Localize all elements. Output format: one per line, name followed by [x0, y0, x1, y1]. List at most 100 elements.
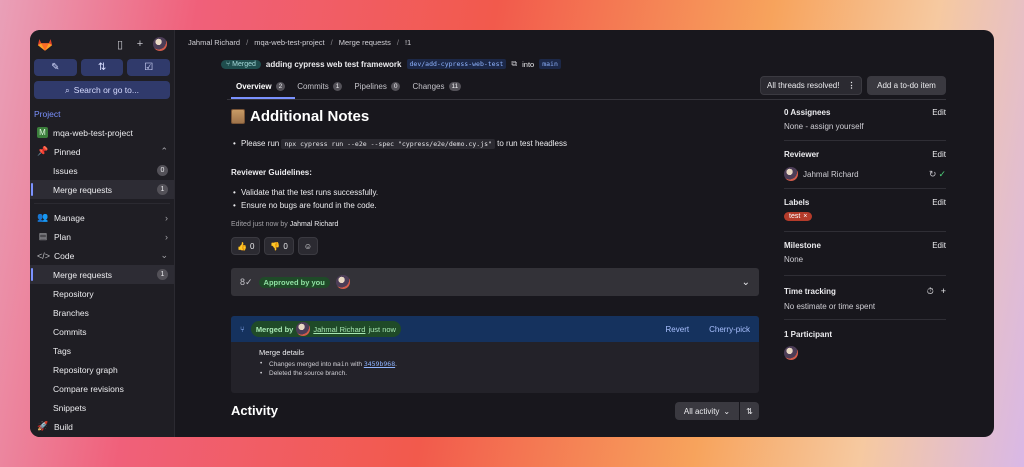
sidebar-top: ▯ +: [30, 30, 174, 58]
edit-labels-button[interactable]: Edit: [932, 198, 946, 207]
search-label: Search or go to...: [73, 85, 139, 95]
scroll-icon: [231, 109, 245, 124]
tab-pipelines[interactable]: Pipelines 0: [354, 79, 401, 93]
thumbs-down-icon: 👎: [270, 241, 281, 251]
tab-overview[interactable]: Overview 2: [236, 79, 286, 93]
into-label: into: [522, 59, 535, 69]
todo-icon: ☑: [144, 62, 154, 73]
sidebar-item-merge-requests[interactable]: Merge requests 1: [30, 265, 174, 284]
run-command: npx cypress run --e2e --spec "cypress/e2…: [281, 139, 495, 149]
merged-by-user[interactable]: Jahmal Richard: [313, 325, 365, 334]
mr-tabs: Overview 2 Commits 1 Pipelines 0 Changes 11: [236, 79, 462, 93]
thumbs-down-button[interactable]: 👎 0: [264, 237, 294, 255]
assignees-value[interactable]: None - assign yourself: [784, 122, 946, 131]
pin-icon: 📌: [37, 146, 49, 156]
count-badge: 1: [157, 269, 168, 280]
count-badge: 0: [157, 165, 168, 176]
labels-section: Labels Edit test ×: [784, 198, 946, 221]
add-reaction-button[interactable]: ☺: [297, 237, 319, 255]
thumbs-up-button[interactable]: 👍 0: [231, 237, 261, 255]
search-button[interactable]: ⌕ Search or go to...: [34, 81, 170, 99]
breadcrumb-item[interactable]: mqa-web-test-project: [254, 38, 324, 47]
sidebar-item-branches[interactable]: Branches: [30, 303, 174, 322]
merge-widget: ⑂ Merged by Jahmal Richard just now Reve…: [231, 316, 759, 393]
approved-check-icon: ✓: [938, 168, 946, 179]
remove-label-icon[interactable]: ×: [803, 213, 807, 220]
sidebar-item-pinned-merge-requests[interactable]: Merge requests 1: [30, 180, 174, 199]
target-branch[interactable]: main: [539, 59, 561, 69]
source-branch[interactable]: dev/add-cypress-web-test: [406, 59, 507, 69]
description-heading: Additional Notes: [231, 108, 369, 125]
count-badge: 1: [157, 184, 168, 195]
sidebar-item-snippets[interactable]: Snippets: [30, 398, 174, 417]
time-tracking-section: Time tracking ⏱ + No estimate or time spen…: [784, 286, 946, 311]
stopwatch-icon[interactable]: ⏱: [927, 286, 934, 297]
sidebar-item-plan[interactable]: ▤ Plan ›: [30, 227, 174, 246]
add-todo-button[interactable]: Add a to-do item: [867, 76, 946, 95]
revert-button[interactable]: Revert: [666, 325, 690, 334]
approval-bar[interactable]: 8✓ Approved by you ⌄: [231, 268, 759, 296]
plus-icon[interactable]: +: [132, 36, 148, 52]
sidebar-item-compare-revisions[interactable]: Compare revisions: [30, 379, 174, 398]
more-actions-icon[interactable]: ⋮: [847, 81, 855, 90]
commit-sha-link[interactable]: 3459b968: [364, 360, 395, 368]
sidebar-item-project[interactable]: M mqa-web-test-project: [30, 123, 174, 142]
sidebar-item-manage[interactable]: 👥 Manage ›: [30, 208, 174, 227]
participants-section: 1 Participant: [784, 330, 946, 360]
breadcrumb-item[interactable]: Merge requests: [339, 38, 391, 47]
todos-shortcut-button[interactable]: ☑: [127, 59, 171, 76]
gitlab-logo-icon[interactable]: [36, 35, 54, 53]
sidebar-item-tags[interactable]: Tags: [30, 341, 174, 360]
reviewer-name[interactable]: Jahmal Richard: [803, 170, 859, 179]
sidebar-item-build[interactable]: 🚀 Build: [30, 417, 174, 436]
activity-heading: Activity: [231, 403, 278, 418]
edit-assignees-button[interactable]: Edit: [932, 108, 946, 117]
sidebar-item-code[interactable]: </> Code ⌄: [30, 246, 174, 265]
reviewer-section: Reviewer Edit Jahmal Richard ↻ ✓: [784, 150, 946, 181]
edit-milestone-button[interactable]: Edit: [932, 241, 946, 250]
page-title: adding cypress web test framework: [265, 59, 402, 69]
sidebar-item-commits[interactable]: Commits: [30, 322, 174, 341]
breadcrumb: Jahmal Richard / mqa-web-test-project / Me…: [188, 38, 412, 47]
code-icon: </>: [37, 250, 51, 261]
issues-shortcut-button[interactable]: ✎: [34, 59, 77, 76]
copy-icon[interactable]: ⧉: [511, 59, 517, 69]
activity-filter-dropdown[interactable]: All activity ⌄: [675, 402, 739, 420]
issues-icon: ✎: [51, 62, 60, 73]
sidebar-item-pinned[interactable]: 📌 Pinned ⌃: [30, 142, 174, 161]
sidebar: ▯ + ✎ ⇅ ☑ ⌕ Search or go to... Project M…: [30, 30, 175, 437]
chevron-right-icon: ›: [165, 212, 168, 223]
run-instructions: Please run npx cypress run --e2e --spec …: [233, 139, 567, 152]
approved-badge: Approved by you: [258, 276, 330, 288]
chevron-down-icon: ⌄: [723, 406, 731, 416]
participant-avatar[interactable]: [784, 346, 798, 360]
avatar: [784, 167, 798, 181]
tab-commits[interactable]: Commits 1: [297, 79, 343, 93]
rerequest-review-icon[interactable]: ↻: [929, 169, 937, 180]
tab-changes[interactable]: Changes 11: [412, 79, 462, 93]
assignees-section: 0 Assignees Edit None - assign yourself: [784, 108, 946, 131]
merge-icon: ⑂: [240, 324, 245, 334]
sidebar-toggle-icon[interactable]: ▯: [112, 36, 128, 52]
mr-title-bar: ⑂ Merged adding cypress web test framewo…: [221, 59, 561, 69]
breadcrumb-item[interactable]: Jahmal Richard: [188, 38, 240, 47]
sort-icon: ⇅: [746, 406, 753, 416]
list-item: Validate that the test runs successfully…: [233, 188, 378, 197]
chevron-down-icon[interactable]: ⌄: [742, 277, 750, 288]
thumbs-up-icon: 👍: [237, 241, 247, 251]
sidebar-item-repository[interactable]: Repository: [30, 284, 174, 303]
merge-requests-shortcut-button[interactable]: ⇅: [80, 59, 124, 76]
plus-icon[interactable]: +: [941, 286, 946, 297]
user-avatar[interactable]: [152, 36, 168, 52]
reviewer-guidelines-title: Reviewer Guidelines:: [231, 168, 312, 177]
edit-reviewer-button[interactable]: Edit: [932, 150, 946, 159]
threads-resolved-button[interactable]: All threads resolved! ⋮: [760, 76, 862, 95]
breadcrumb-item[interactable]: !1: [405, 38, 411, 47]
sidebar-item-repository-graph[interactable]: Repository graph: [30, 360, 174, 379]
project-avatar: M: [37, 127, 48, 138]
sort-direction-button[interactable]: ⇅: [740, 402, 759, 420]
sidebar-item-issues[interactable]: Issues 0: [30, 161, 174, 180]
list-item: Changes merged into main with 3459b968.: [259, 360, 759, 368]
main-content: Jahmal Richard / mqa-web-test-project / Me…: [175, 30, 994, 437]
cherry-pick-button[interactable]: Cherry-pick: [709, 325, 750, 334]
